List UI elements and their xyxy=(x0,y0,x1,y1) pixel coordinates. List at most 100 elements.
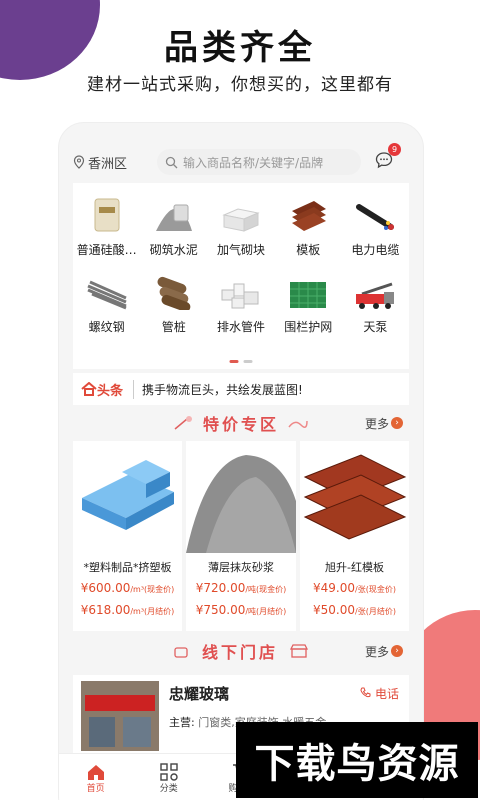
headline-logo-text: 头条 xyxy=(97,383,124,399)
category-label: 加气砌块 xyxy=(216,243,265,257)
category-item[interactable]: 加气砌块 xyxy=(207,197,274,258)
product-card[interactable]: 薄层抹灰砂浆 ¥720.00/吨(现金价) ¥750.00/吨(月结价) xyxy=(186,441,296,631)
fence-icon xyxy=(287,274,329,310)
special-more-label: 更多 xyxy=(364,416,389,431)
category-item[interactable]: 天泵 xyxy=(342,274,409,335)
message-badge: 9 xyxy=(388,143,401,156)
product-name: 旭升-红模板 xyxy=(325,561,384,574)
headline-news-bar[interactable]: 头条 携手物流巨头，共绘发展蓝图! xyxy=(73,373,409,405)
special-more-link[interactable]: 更多 › xyxy=(365,415,403,432)
headline-text: 携手物流巨头，共绘发展蓝图! xyxy=(142,382,303,397)
monthly-price-value: ¥50.00 xyxy=(313,603,356,617)
rebar-icon xyxy=(86,274,128,310)
monthly-price-value: ¥618.00 xyxy=(80,603,131,617)
brush-decor-icon xyxy=(288,420,308,428)
hero-title: 品类齐全 xyxy=(164,28,316,68)
location-pin-icon xyxy=(73,155,85,169)
tab-label: 首页 xyxy=(86,784,105,794)
chevron-right-icon: › xyxy=(391,645,403,657)
product-cash-price: ¥49.00/张(现金价) xyxy=(313,581,396,595)
cash-price-value: ¥720.00 xyxy=(195,581,246,595)
hand-decor-icon xyxy=(174,647,188,658)
tab-category[interactable]: 分类 xyxy=(132,754,205,800)
store-image xyxy=(81,681,159,751)
cash-price-unit: /张(现金价) xyxy=(355,585,396,594)
category-item[interactable]: 模板 xyxy=(275,197,342,258)
category-item[interactable]: 电力电缆 xyxy=(342,197,409,258)
store-main-label: 主营: xyxy=(169,716,195,729)
headline-logo: 头条 xyxy=(81,379,135,399)
search-input[interactable]: 输入商品名称/关键字/品牌 xyxy=(157,149,361,175)
hero-subtitle: 建材一站式采购，你想买的，这里都有 xyxy=(87,75,393,95)
category-item[interactable]: 排水管件 xyxy=(207,274,274,335)
chevron-right-icon: › xyxy=(391,417,403,429)
home-icon xyxy=(87,765,104,780)
category-icon xyxy=(160,763,178,781)
call-button[interactable]: 电话 xyxy=(360,685,399,702)
call-label: 电话 xyxy=(374,687,399,701)
pipe-pile-icon xyxy=(153,274,195,310)
product-name: 薄层抹灰砂浆 xyxy=(208,561,274,574)
offline-section-header: 线下门店 更多 › xyxy=(73,635,409,667)
category-item[interactable]: 围栏护网 xyxy=(275,274,342,335)
carousel-dot-active xyxy=(229,360,239,363)
search-placeholder: 输入商品名称/关键字/品牌 xyxy=(183,155,324,170)
category-item[interactable]: 螺纹钢 xyxy=(73,274,140,335)
top-bar: 香洲区 输入商品名称/关键字/品牌 9 xyxy=(73,143,409,177)
product-card[interactable]: *塑料制品*挤塑板 ¥600.00/m³(现金价) ¥618.00/m³(月结价… xyxy=(73,441,182,631)
category-label: 螺纹钢 xyxy=(88,320,125,334)
product-monthly-price: ¥750.00/吨(月结价) xyxy=(196,603,287,617)
offline-more-link[interactable]: 更多 › xyxy=(365,643,403,660)
app-screen: 品类齐全 建材一站式采购，你想买的，这里都有 香洲区 输入商品名称/关键字/品牌… xyxy=(0,0,480,800)
monthly-price-unit: /m³(月结价) xyxy=(130,607,175,616)
phone-icon xyxy=(360,687,371,698)
special-section-title: 特价专区 xyxy=(202,415,279,434)
location-selector[interactable]: 香洲区 xyxy=(73,153,157,172)
monthly-price-unit: /张(月结价) xyxy=(355,607,396,616)
carousel-dot xyxy=(243,360,253,363)
message-button[interactable]: 9 xyxy=(375,143,401,173)
flag-decor-icon xyxy=(174,416,192,430)
category-item[interactable]: 普通硅酸… xyxy=(73,197,140,258)
pump-truck-icon xyxy=(354,274,396,310)
product-card[interactable]: 旭升-红模板 ¥49.00/张(现金价) ¥50.00/张(月结价) xyxy=(300,441,409,631)
category-label: 电力电缆 xyxy=(351,243,400,257)
cement-pile-icon xyxy=(153,197,195,233)
category-item[interactable]: 砌筑水泥 xyxy=(140,197,207,258)
cash-price-unit: /吨(现金价) xyxy=(245,585,287,594)
location-label: 香洲区 xyxy=(88,156,128,172)
tab-home[interactable]: 首页 xyxy=(59,754,132,800)
cement-bag-icon xyxy=(86,197,128,233)
category-label: 普通硅酸… xyxy=(76,243,137,257)
product-image xyxy=(73,441,182,553)
category-label: 天泵 xyxy=(363,320,388,334)
category-label: 排水管件 xyxy=(216,320,265,334)
search-icon xyxy=(165,156,178,168)
special-products-list: *塑料制品*挤塑板 ¥600.00/m³(现金价) ¥618.00/m³(月结价… xyxy=(73,441,409,631)
category-item[interactable]: 管桩 xyxy=(140,274,207,335)
category-label: 砌筑水泥 xyxy=(149,243,198,257)
house-icon xyxy=(81,382,97,396)
category-label: 模板 xyxy=(296,243,321,257)
monthly-price-unit: /吨(月结价) xyxy=(245,607,287,616)
tab-label: 分类 xyxy=(159,784,178,794)
formwork-icon xyxy=(287,197,329,233)
cash-price-value: ¥600.00 xyxy=(80,581,131,595)
product-cash-price: ¥600.00/m³(现金价) xyxy=(81,581,175,595)
category-grid: 普通硅酸… 砌筑水泥 加气砌块 模板 电力电缆 螺纹钢 管桩 排水管件 围栏护网… xyxy=(73,183,409,369)
category-label: 管桩 xyxy=(161,320,186,334)
product-image xyxy=(300,441,409,553)
cash-price-value: ¥49.00 xyxy=(313,581,356,595)
cable-icon xyxy=(354,197,396,233)
shop-decor-icon xyxy=(289,644,309,658)
monthly-price-value: ¥750.00 xyxy=(195,603,246,617)
carousel-indicator xyxy=(229,360,253,363)
product-monthly-price: ¥50.00/张(月结价) xyxy=(313,603,396,617)
product-monthly-price: ¥618.00/m³(月结价) xyxy=(81,603,175,617)
product-name: *塑料制品*挤塑板 xyxy=(83,561,172,574)
phone-frame: 香洲区 输入商品名称/关键字/品牌 9 普通硅酸… 砌筑水泥 加气砌块 模板 电… xyxy=(58,122,424,800)
product-cash-price: ¥720.00/吨(现金价) xyxy=(196,581,287,595)
product-image xyxy=(186,441,296,553)
pipe-fitting-icon xyxy=(220,274,262,310)
category-label: 围栏护网 xyxy=(284,320,333,334)
